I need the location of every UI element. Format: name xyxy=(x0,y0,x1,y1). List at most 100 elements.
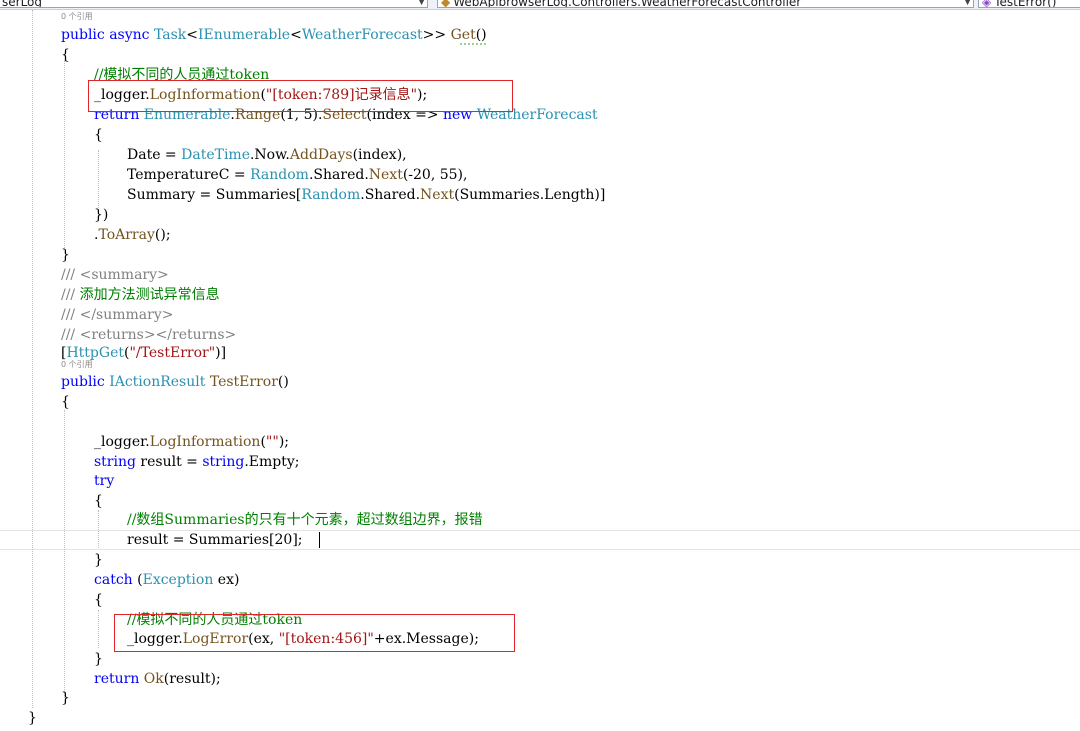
indent-guide xyxy=(64,410,65,698)
code-token: Random xyxy=(250,167,309,183)
code-token: () xyxy=(277,374,289,390)
code-token: ToArray xyxy=(98,227,155,243)
code-token: Next xyxy=(420,187,455,203)
code-token: /// xyxy=(61,287,80,303)
indent-guide xyxy=(32,10,33,708)
code-line: /// <returns></returns> xyxy=(61,325,236,345)
code-token: _logger. xyxy=(94,434,150,450)
code-token: .Shared. xyxy=(308,167,369,183)
code-token: .Shared. xyxy=(360,187,421,203)
code-line: try xyxy=(94,471,114,491)
class-dropdown-value: WebApibrowserLog.Controllers.WeatherFore… xyxy=(453,0,802,8)
code-line: { xyxy=(94,125,103,145)
code-line: string result = string.Empty; xyxy=(94,452,299,472)
code-token: } xyxy=(61,690,70,706)
code-token: ( xyxy=(132,572,143,588)
code-line: /// </summary> xyxy=(61,305,173,325)
code-token: (result); xyxy=(163,671,221,687)
code-line: public async Task<IEnumerable<WeatherFor… xyxy=(61,25,487,45)
code-token: Summary = Summaries[ xyxy=(127,187,302,203)
member-dropdown[interactable]: ◈ TestError() xyxy=(978,0,1080,8)
code-token: } xyxy=(28,710,37,726)
code-token: "/TestError" xyxy=(129,345,216,361)
code-token: Ok xyxy=(143,671,164,687)
code-line: Summary = Summaries[Random.Shared.Next(S… xyxy=(127,185,605,205)
code-token: public xyxy=(61,374,105,390)
code-token: } xyxy=(94,651,103,667)
code-editor[interactable]: 0 个引用 0 个引用 public async Task<IEnumerabl… xyxy=(0,10,1080,731)
code-token: "" xyxy=(265,434,279,450)
code-token: )] xyxy=(215,345,227,361)
code-token: Task xyxy=(153,27,187,43)
code-line: //数组Summaries的只有十个元素，超过数组边界，报错 xyxy=(127,510,483,530)
code-token: WeatherForecast xyxy=(301,27,423,43)
class-dropdown[interactable]: ◆ WebApibrowserLog.Controllers.WeatherFor… xyxy=(437,0,974,8)
code-token: return xyxy=(94,671,140,687)
code-token: LogInformation xyxy=(149,434,261,450)
code-token: DateTime xyxy=(181,147,250,163)
code-line: Date = DateTime.Now.AddDays(index), xyxy=(127,145,407,165)
code-token: Get xyxy=(450,27,476,43)
code-line: .ToArray(); xyxy=(94,225,171,245)
chevron-down-icon: ▼ xyxy=(418,0,425,7)
text-caret xyxy=(319,532,320,548)
code-token: 添加方法测试异常信息 xyxy=(79,287,220,303)
chevron-down-icon: ▼ xyxy=(964,0,971,7)
code-token: /// <summary> xyxy=(61,267,169,283)
indent-guide xyxy=(98,510,99,548)
code-line: }) xyxy=(94,205,108,225)
code-token: (-20, 55), xyxy=(402,167,468,183)
code-token: < xyxy=(186,27,198,43)
code-token: IEnumerable xyxy=(197,27,291,43)
code-token: >> xyxy=(422,27,451,43)
code-token: //数组Summaries的只有十个元素，超过数组边界，报错 xyxy=(127,512,483,528)
code-token: Exception xyxy=(142,572,214,588)
code-token: AddDays xyxy=(289,147,353,163)
code-token: } xyxy=(61,247,70,263)
project-dropdown[interactable]: serLog ▼ xyxy=(0,0,428,8)
code-line: { xyxy=(61,45,70,65)
code-token: IActionResult xyxy=(109,374,206,390)
code-token: { xyxy=(94,592,103,608)
code-line: } xyxy=(28,708,37,728)
code-line: { xyxy=(61,392,70,412)
indent-guide xyxy=(98,610,99,648)
project-dropdown-value: serLog xyxy=(2,0,43,8)
code-token: .Now. xyxy=(249,147,290,163)
code-token: result = xyxy=(135,454,203,470)
code-line: catch (Exception ex) xyxy=(94,570,239,590)
code-token: catch xyxy=(94,572,133,588)
code-line: { xyxy=(94,590,103,610)
code-token: }) xyxy=(94,207,109,223)
code-token: { xyxy=(61,47,70,63)
code-token: () xyxy=(475,27,487,43)
code-token: .Empty; xyxy=(244,454,300,470)
code-line: } xyxy=(61,245,70,265)
code-token: string xyxy=(94,454,136,470)
code-token: /// <returns></returns> xyxy=(61,327,237,343)
code-token: TemperatureC = xyxy=(127,167,251,183)
suggestion-squiggle xyxy=(459,43,486,45)
code-token: } xyxy=(94,552,103,568)
member-dropdown-value: TestError() xyxy=(994,0,1057,8)
code-token: string xyxy=(202,454,245,470)
code-token: async xyxy=(109,27,150,43)
code-line: /// <summary> xyxy=(61,265,169,285)
code-token: { xyxy=(61,394,70,410)
code-token: Random xyxy=(301,187,361,203)
code-token: ); xyxy=(278,434,289,450)
code-line: [HttpGet("/TestError")] xyxy=(61,343,226,363)
code-token: try xyxy=(94,473,115,489)
indent-guide xyxy=(98,150,99,208)
highlight-box-log-error xyxy=(114,614,515,652)
code-line: public IActionResult TestError() xyxy=(61,372,289,392)
code-line: /// 添加方法测试异常信息 xyxy=(61,285,220,305)
code-navigation-bar: serLog ▼ ◆ WebApibrowserLog.Controllers.W… xyxy=(0,0,1080,10)
code-line: } xyxy=(94,649,103,669)
codelens-references[interactable]: 0 个引用 xyxy=(61,12,93,22)
code-line: _logger.LogInformation(""); xyxy=(94,432,289,452)
code-token: { xyxy=(94,493,103,509)
code-token: (); xyxy=(154,227,171,243)
code-token: HttpGet xyxy=(66,345,124,361)
code-token: (index), xyxy=(352,147,407,163)
